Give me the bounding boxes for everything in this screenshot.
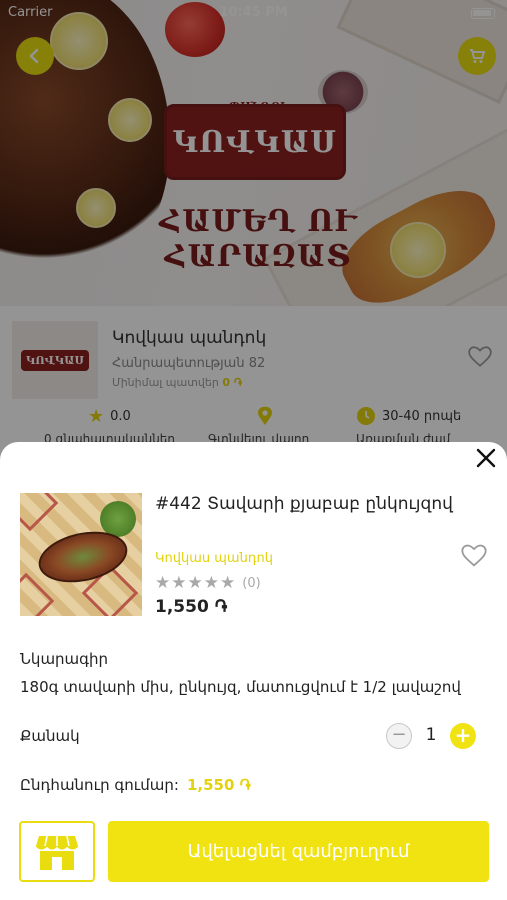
quantity-value: 1 bbox=[425, 725, 437, 745]
favorite-dish-icon[interactable] bbox=[460, 542, 488, 570]
dish-rating: ★ ★ ★ ★ ★ (0) bbox=[155, 573, 261, 593]
dish-title: #442 Տավարի քյաբաբ ընկույզով bbox=[155, 494, 453, 514]
add-to-cart-button[interactable]: Ավելացնել զամբյուղում bbox=[108, 821, 489, 882]
star-empty-icon: ★ bbox=[187, 573, 203, 593]
dish-price: 1,550 ֏ bbox=[155, 597, 228, 617]
description-text: 180գ տավարի միս, ընկույզ, մատուցվում է 1… bbox=[20, 678, 461, 696]
store-button[interactable] bbox=[19, 821, 95, 882]
quantity-increase-button[interactable]: + bbox=[450, 723, 476, 749]
star-empty-icon: ★ bbox=[220, 573, 236, 593]
quantity-decrease-button[interactable]: − bbox=[386, 723, 412, 749]
total-label: Ընդհանուր գումար: bbox=[20, 776, 179, 794]
dish-detail-sheet: #442 Տավարի քյաբաբ ընկույզով Կովկաս պանդ… bbox=[0, 442, 507, 900]
rating-count: (0) bbox=[242, 575, 261, 591]
star-empty-icon: ★ bbox=[155, 573, 171, 593]
total-value: 1,550 ֏ bbox=[186, 776, 251, 794]
total-row: Ընդհանուր գումար: 1,550 ֏ bbox=[20, 776, 251, 794]
store-icon bbox=[35, 835, 79, 870]
close-icon[interactable] bbox=[473, 445, 499, 471]
star-empty-icon: ★ bbox=[171, 573, 187, 593]
star-empty-icon: ★ bbox=[203, 573, 219, 593]
dish-restaurant-link[interactable]: Կովկաս պանդոկ bbox=[155, 551, 273, 566]
dish-image bbox=[20, 493, 142, 616]
quantity-label: Քանակ bbox=[20, 727, 80, 745]
description-title: Նկարագիր bbox=[20, 650, 109, 668]
